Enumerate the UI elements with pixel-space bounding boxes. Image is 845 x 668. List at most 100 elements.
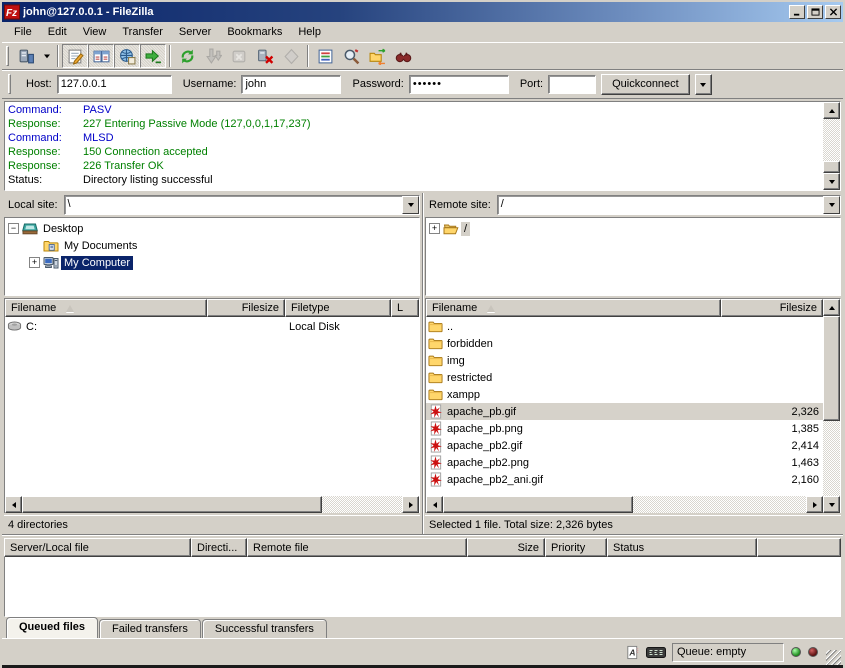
file-row[interactable]: forbidden — [426, 335, 823, 352]
disconnect-button[interactable] — [252, 44, 278, 68]
toggle-transfer-queue-button[interactable] — [140, 44, 166, 68]
remote-file-list: FilenameFilesize .. forbidden — [425, 298, 841, 514]
column-header[interactable]: Status — [607, 538, 757, 557]
find-files-button[interactable] — [390, 44, 416, 68]
scroll-left-button[interactable] — [5, 496, 22, 513]
menu-bookmarks[interactable]: Bookmarks — [219, 24, 290, 40]
remote-site-combo[interactable]: / — [497, 195, 841, 215]
scroll-thumb[interactable] — [823, 316, 840, 421]
scroll-thumb[interactable] — [443, 496, 633, 513]
toggle-local-tree-button[interactable] — [88, 44, 114, 68]
column-header[interactable]: Filename — [5, 299, 207, 317]
port-input[interactable] — [548, 75, 596, 94]
drive-icon — [7, 319, 23, 335]
file-row[interactable]: apache_pb2_ani.gif 2,160 — [426, 471, 823, 488]
minimize-button[interactable] — [789, 5, 805, 19]
local-pane: Local site: \ Desktop My Documents — [2, 193, 423, 534]
tree-item[interactable]: Desktop — [8, 220, 419, 237]
synchronized-browsing-button[interactable] — [364, 44, 390, 68]
tree-expander[interactable] — [29, 257, 40, 268]
menu-file[interactable]: File — [6, 24, 40, 40]
column-header[interactable]: Filesize — [207, 299, 285, 317]
site-manager-dropdown-button[interactable] — [39, 44, 54, 68]
file-row[interactable]: restricted — [426, 369, 823, 386]
toggle-message-log-button[interactable] — [62, 44, 88, 68]
tree-item[interactable]: My Computer — [29, 254, 419, 271]
quickconnect-dropdown-button[interactable] — [695, 74, 712, 95]
scroll-left-button[interactable] — [426, 496, 443, 513]
column-header[interactable]: Server/Local file — [4, 538, 191, 557]
toggle-remote-tree-button[interactable] — [114, 44, 140, 68]
close-button[interactable] — [825, 5, 841, 19]
site-manager-button[interactable] — [13, 44, 39, 68]
local-horizontal-scrollbar[interactable] — [5, 496, 419, 513]
folder-icon — [428, 370, 444, 386]
menu-server[interactable]: Server — [171, 24, 219, 40]
tree-item[interactable]: My Documents — [29, 237, 419, 254]
local-panes-icon — [93, 48, 110, 65]
column-header[interactable]: Priority — [545, 538, 607, 557]
indicator-badge-icon — [646, 645, 666, 660]
quickconnect-button[interactable]: Quickconnect — [601, 74, 690, 95]
tab-successful-transfers[interactable]: Successful transfers — [202, 619, 327, 638]
log-scrollbar[interactable] — [823, 102, 840, 190]
log-line-label: Command: — [5, 103, 83, 117]
file-row[interactable]: xampp — [426, 386, 823, 403]
remote-horizontal-scrollbar[interactable] — [426, 496, 823, 513]
column-header[interactable]: L — [391, 299, 419, 317]
menu-transfer[interactable]: Transfer — [114, 24, 171, 40]
menu-view[interactable]: View — [75, 24, 115, 40]
toolbar-grip[interactable] — [6, 46, 9, 66]
queue-body[interactable] — [4, 557, 841, 617]
host-input[interactable] — [57, 75, 172, 94]
column-header[interactable]: Directi... — [191, 538, 247, 557]
log-line-label: Command: — [5, 131, 83, 145]
process-queue-button[interactable] — [200, 44, 226, 68]
scroll-down-button[interactable] — [823, 173, 840, 190]
file-row[interactable]: apache_pb2.gif 2,414 — [426, 437, 823, 454]
menu-edit[interactable]: Edit — [40, 24, 75, 40]
scroll-up-button[interactable] — [823, 102, 840, 119]
file-row[interactable]: apache_pb2.png 1,463 — [426, 454, 823, 471]
column-header[interactable]: Remote file — [247, 538, 467, 557]
reconnect-button[interactable] — [278, 44, 304, 68]
username-input[interactable] — [241, 75, 341, 94]
remote-vertical-scrollbar[interactable] — [823, 299, 840, 513]
compare-directories-button[interactable] — [338, 44, 364, 68]
title-bar[interactable]: Fz john@127.0.0.1 - FileZilla — [2, 2, 843, 22]
column-header[interactable]: Filetype — [285, 299, 391, 317]
tree-expander[interactable] — [429, 223, 440, 234]
status-indicator-badge[interactable] — [646, 644, 666, 661]
scroll-right-button[interactable] — [806, 496, 823, 513]
file-row[interactable]: C: Local Disk — [5, 318, 419, 335]
scroll-thumb[interactable] — [22, 496, 322, 513]
file-row[interactable]: apache_pb.gif 2,326 — [426, 403, 823, 420]
file-row[interactable]: img — [426, 352, 823, 369]
password-input[interactable] — [409, 75, 509, 94]
column-header[interactable]: Filename — [426, 299, 721, 317]
scroll-thumb[interactable] — [823, 161, 840, 173]
scroll-up-button[interactable] — [823, 299, 840, 316]
transfer-type-indicator[interactable]: A — [622, 644, 642, 661]
refresh-button[interactable] — [174, 44, 200, 68]
menu-help[interactable]: Help — [290, 24, 329, 40]
local-site-combo[interactable]: \ — [64, 195, 420, 215]
tab-failed-transfers[interactable]: Failed transfers — [99, 619, 201, 638]
tree-item[interactable]: / — [429, 220, 840, 237]
cancel-operation-button[interactable] — [226, 44, 252, 68]
resize-grip[interactable] — [826, 650, 841, 665]
column-header[interactable] — [757, 538, 841, 557]
column-header[interactable]: Filesize — [721, 299, 823, 317]
local-site-dropdown-button[interactable] — [402, 196, 419, 214]
maximize-button[interactable] — [807, 5, 823, 19]
remote-site-dropdown-button[interactable] — [823, 196, 840, 214]
scroll-right-button[interactable] — [402, 496, 419, 513]
column-header[interactable]: Size — [467, 538, 545, 557]
file-row[interactable]: apache_pb.png 1,385 — [426, 420, 823, 437]
directory-listing-filters-button[interactable] — [312, 44, 338, 68]
tab-queued-files[interactable]: Queued files — [6, 617, 98, 638]
file-row[interactable]: .. — [426, 318, 823, 335]
tree-expander[interactable] — [8, 223, 19, 234]
scroll-down-button[interactable] — [823, 496, 840, 513]
quickconnect-grip[interactable] — [8, 74, 11, 94]
